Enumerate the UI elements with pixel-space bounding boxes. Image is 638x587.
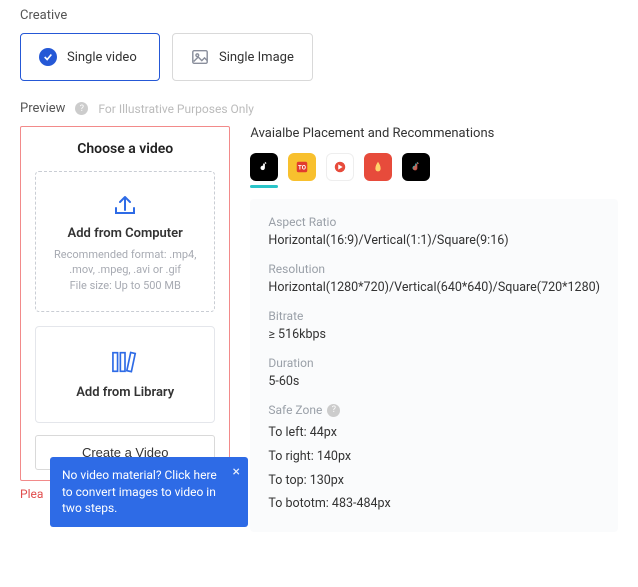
- bitrate-label: Bitrate: [268, 309, 600, 323]
- info-icon: ?: [75, 102, 88, 115]
- add-from-computer-card[interactable]: Add from Computer Recommended format: .m…: [35, 171, 215, 312]
- upload-format-hint: Recommended format: .mp4, .mov, .mpeg, .…: [46, 247, 204, 278]
- resolution-value: Horizontal(1280*720)/Vertical(640*640)/S…: [268, 280, 600, 295]
- aspect-ratio-label: Aspect Ratio: [268, 215, 600, 229]
- safezone-top: To top: 130px: [268, 469, 600, 493]
- check-icon: [39, 48, 57, 66]
- app-toutiao[interactable]: TO: [288, 153, 316, 181]
- safezone-bottom: To bototm: 483-484px: [268, 492, 600, 516]
- toutiao-icon: TO: [295, 160, 309, 174]
- tooltip-text: No video material? Click here to convert…: [62, 468, 217, 516]
- option-label: Single Image: [219, 50, 294, 65]
- option-single-video[interactable]: Single video: [20, 33, 160, 81]
- preview-header: Preview ? For Illustrative Purposes Only: [20, 101, 618, 116]
- library-icon: [110, 349, 140, 375]
- preview-label: Preview: [20, 101, 65, 116]
- tooltip-no-video-material: No video material? Click here to convert…: [50, 457, 248, 527]
- upload-icon: [111, 190, 139, 218]
- douyin-icon: [409, 160, 423, 174]
- app-xigua[interactable]: [326, 153, 354, 181]
- creative-options: Single video Single Image: [20, 33, 618, 81]
- duration-label: Duration: [268, 356, 600, 370]
- resolution-label: Resolution: [268, 262, 600, 276]
- bitrate-value: ≥ 516kbps: [268, 327, 600, 342]
- option-label: Single video: [67, 50, 137, 65]
- placement-title: Avaialbe Placement and Recommenations: [250, 126, 618, 141]
- image-icon: [191, 48, 209, 66]
- preview-hint: For Illustrative Purposes Only: [98, 102, 254, 116]
- flame-icon: [371, 160, 385, 174]
- option-single-image[interactable]: Single Image: [172, 33, 313, 81]
- preview-panel: Choose a video Add from Computer Recomme…: [20, 126, 230, 481]
- app-douyin[interactable]: [402, 153, 430, 181]
- duration-value: 5-60s: [268, 374, 600, 389]
- close-icon[interactable]: ×: [233, 463, 240, 483]
- aspect-ratio-value: Horizontal(16:9)/Vertical(1:1)/Square(9:…: [268, 233, 600, 248]
- upload-size-hint: File size: Up to 500 MB: [46, 278, 204, 293]
- info-icon: ?: [327, 404, 340, 417]
- add-from-library-title: Add from Library: [46, 385, 204, 400]
- spec-panel: Aspect Ratio Horizontal(16:9)/Vertical(1…: [250, 199, 618, 532]
- app-huoshan[interactable]: [364, 153, 392, 181]
- safezone-right: To right: 140px: [268, 445, 600, 469]
- tiktok-icon: [257, 160, 271, 174]
- xigua-icon: [333, 160, 347, 174]
- creative-section-label: Creative: [20, 8, 618, 23]
- svg-text:TO: TO: [298, 165, 306, 172]
- safezone-values: To left: 44px To right: 140px To top: 13…: [268, 421, 600, 516]
- placement-apps: TO: [250, 153, 618, 181]
- choose-video-title: Choose a video: [35, 141, 215, 157]
- safezone-label: Safe Zone ?: [268, 403, 600, 417]
- add-from-library-card[interactable]: Add from Library: [35, 326, 215, 423]
- add-from-computer-title: Add from Computer: [46, 226, 204, 241]
- app-tiktok[interactable]: [250, 153, 278, 181]
- safezone-left: To left: 44px: [268, 421, 600, 445]
